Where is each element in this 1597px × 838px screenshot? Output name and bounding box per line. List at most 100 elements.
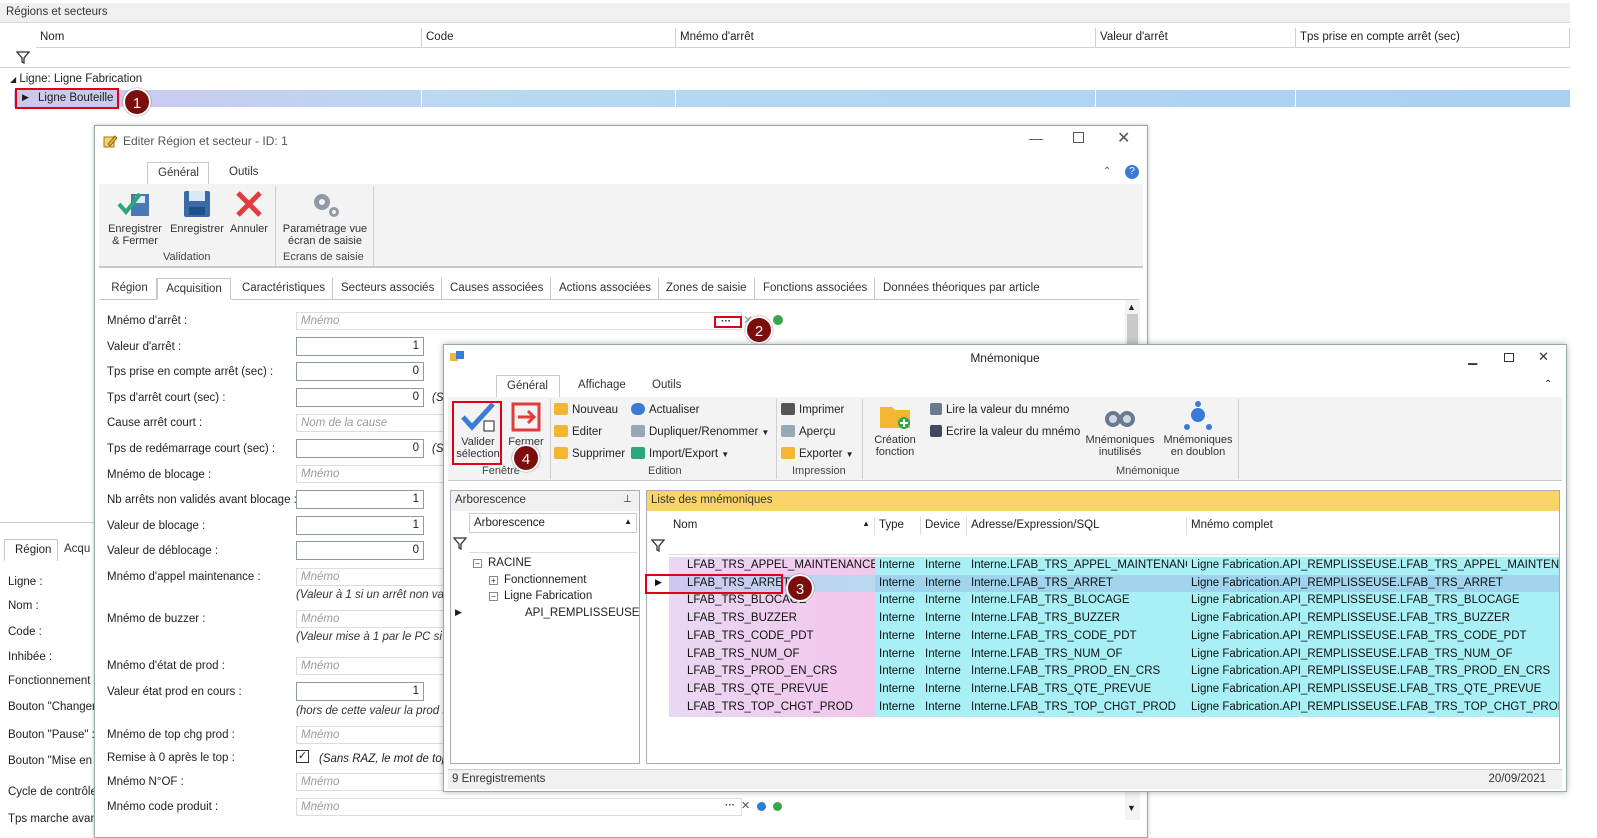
- mnemo-of-input[interactable]: Mnémo: [296, 773, 446, 791]
- col-type[interactable]: Type: [875, 517, 921, 535]
- cause-arret-input[interactable]: Nom de la cause: [296, 414, 446, 432]
- mnemo-etat-input[interactable]: Mnémo: [296, 657, 446, 675]
- row-name[interactable]: Ligne Bouteille: [38, 92, 113, 104]
- save-close-button[interactable]: Enregistrer & Fermer: [103, 188, 167, 247]
- add-icon[interactable]: [773, 315, 783, 325]
- filter-icon[interactable]: [453, 537, 467, 550]
- clear-code-icon[interactable]: ✕: [741, 799, 750, 812]
- collapse-icon[interactable]: −: [473, 559, 482, 568]
- row-expand-icon[interactable]: ▶: [22, 92, 29, 103]
- valeur-deblocage-input[interactable]: 0: [296, 541, 424, 560]
- subtab-donnees[interactable]: Données théoriques par article: [876, 278, 1047, 300]
- col-adresse[interactable]: Adresse/Expression/SQL: [967, 517, 1187, 535]
- valeur-blocage-input[interactable]: 1: [296, 516, 424, 535]
- import-export-button[interactable]: Import/Export ▼: [631, 447, 729, 460]
- table-row[interactable]: LFAB_TRS_BLOCAGE Interne Interne Interne.LF…: [647, 592, 1559, 611]
- close-icon[interactable]: ✕: [1117, 128, 1130, 148]
- valeur-etat-input[interactable]: 1: [296, 682, 424, 701]
- tab-region-left[interactable]: Région: [4, 539, 58, 561]
- cancel-button[interactable]: Annuler: [227, 188, 271, 235]
- write-value-button[interactable]: Ecrire la valeur du mnémo: [930, 425, 1080, 438]
- tab-general[interactable]: Général: [147, 162, 209, 184]
- tree-node-api[interactable]: API_REMPLISSEUSE: [525, 607, 639, 619]
- unused-mnemonics-button[interactable]: Mnémoniques inutilisés: [1082, 401, 1158, 458]
- tab-outils[interactable]: Outils: [219, 162, 268, 184]
- refresh-button[interactable]: Actualiser: [631, 403, 700, 416]
- maximize-icon[interactable]: [1073, 132, 1084, 143]
- minimize-icon[interactable]: —: [1029, 130, 1043, 146]
- col-tps[interactable]: Tps prise en compte arrêt (sec): [1296, 28, 1570, 48]
- subtab-causes[interactable]: Causes associées: [443, 278, 552, 300]
- refresh-code-icon[interactable]: [757, 802, 766, 811]
- save-button[interactable]: Enregistrer: [169, 188, 225, 235]
- col-device[interactable]: Device: [921, 517, 967, 535]
- pin-icon[interactable]: ⊥: [623, 494, 632, 505]
- col-nom[interactable]: Nom: [36, 28, 422, 48]
- tree-node-ligne[interactable]: − Ligne Fabrication: [489, 590, 592, 602]
- minimize-icon[interactable]: ▁: [1468, 351, 1477, 365]
- mnemo-buzzer-input[interactable]: Mnémo: [296, 610, 446, 628]
- col-mnemo-complet[interactable]: Mnémo complet: [1187, 517, 1559, 535]
- subtab-acquisition[interactable]: Acquisition: [157, 278, 231, 300]
- duplicate-button[interactable]: Dupliquer/Renommer ▼: [631, 425, 769, 438]
- table-row[interactable]: LFAB_TRS_BUZZER Interne Interne Interne.LFA…: [647, 610, 1559, 629]
- mnemo-arret-input[interactable]: Mnémo: [296, 312, 742, 330]
- tps-arret-court-input[interactable]: 0: [296, 388, 424, 407]
- subtab-zones[interactable]: Zones de saisie: [659, 278, 755, 300]
- table-row-selected[interactable]: [14, 90, 1570, 107]
- nb-arrets-input[interactable]: 1: [296, 490, 424, 509]
- list-filter-row[interactable]: [669, 537, 1559, 555]
- mnemo-code-input[interactable]: Mnémo: [296, 798, 742, 816]
- mnemo-blocage-input[interactable]: Mnémo: [296, 465, 446, 483]
- subtab-secteurs[interactable]: Secteurs associés: [334, 278, 443, 300]
- browse-code-icon[interactable]: ···: [725, 800, 735, 811]
- table-row[interactable]: LFAB_TRS_CODE_PDT Interne Interne Interne.L…: [647, 627, 1559, 646]
- read-value-button[interactable]: Lire la valeur du mnémo: [930, 403, 1069, 416]
- create-function-button[interactable]: Création fonction: [866, 401, 924, 458]
- tab-affichage[interactable]: Affichage: [568, 375, 636, 397]
- table-row[interactable]: LFAB_TRS_NUM_OF Interne Interne Interne.LFA…: [647, 645, 1559, 664]
- edit-button[interactable]: Editer: [554, 425, 602, 438]
- help-icon[interactable]: ?: [1125, 165, 1139, 179]
- table-row[interactable]: LFAB_TRS_PROD_EN_CRS Interne Interne Intern…: [647, 663, 1559, 682]
- col-mnemo[interactable]: Mnémo d'arrêt: [676, 28, 1096, 48]
- mnemo-maint-input[interactable]: Mnémo: [296, 568, 446, 586]
- collapse-ribbon-icon[interactable]: ⌃: [1103, 166, 1111, 177]
- tps-prise-input[interactable]: 0: [296, 362, 424, 381]
- col-nom[interactable]: Nom ▲: [669, 517, 875, 535]
- table-row-selected[interactable]: ▶ LFAB_TRS_ARRET Interne Interne Interne.LFA…: [647, 574, 1559, 593]
- tree-node-fonctionnement[interactable]: + Fonctionnement: [489, 574, 586, 586]
- filter-icon[interactable]: [651, 539, 665, 552]
- export-button[interactable]: Exporter ▼: [781, 447, 854, 460]
- tab-acq-left[interactable]: Acqu: [64, 543, 90, 555]
- collapse-icon[interactable]: −: [489, 592, 498, 601]
- col-code[interactable]: Code: [422, 28, 676, 48]
- valeur-arret-input[interactable]: 1: [296, 337, 424, 356]
- param-view-button[interactable]: Paramétrage vue écran de saisie: [279, 188, 371, 247]
- print-button[interactable]: Imprimer: [781, 403, 844, 416]
- scroll-thumb[interactable]: [1127, 314, 1138, 344]
- filter-icon[interactable]: [16, 51, 30, 64]
- close-icon[interactable]: ✕: [1538, 349, 1549, 365]
- remise-checkbox[interactable]: ✓: [296, 750, 309, 763]
- tps-redem-input[interactable]: 0: [296, 439, 424, 458]
- add-code-icon[interactable]: [773, 802, 782, 811]
- tree-header[interactable]: Arborescence ▲: [469, 513, 637, 533]
- close-button[interactable]: Fermer: [504, 401, 548, 448]
- group-row[interactable]: ◢ Ligne: Ligne Fabrication: [10, 73, 142, 85]
- expand-icon[interactable]: +: [489, 576, 498, 585]
- preview-button[interactable]: Aperçu: [781, 425, 835, 438]
- scroll-down-icon[interactable]: ▼: [1127, 803, 1136, 813]
- maximize-icon[interactable]: [1504, 353, 1514, 362]
- tab-general[interactable]: Général: [496, 375, 560, 397]
- collapse-ribbon-icon[interactable]: ⌃: [1544, 379, 1552, 390]
- table-row[interactable]: LFAB_TRS_APPEL_MAINTENANCE Interne Interne…: [647, 557, 1559, 575]
- tree-filter-row[interactable]: [469, 535, 637, 553]
- subtab-fonctions[interactable]: Fonctions associées: [756, 278, 876, 300]
- subtab-caract[interactable]: Caractéristiques: [235, 278, 334, 300]
- filter-row[interactable]: [0, 48, 1570, 68]
- tab-outils[interactable]: Outils: [642, 375, 691, 397]
- scroll-up-icon[interactable]: ▲: [1127, 302, 1136, 312]
- duplicate-mnemonics-button[interactable]: Mnémoniques en doublon: [1160, 401, 1236, 458]
- delete-button[interactable]: Supprimer: [554, 447, 625, 460]
